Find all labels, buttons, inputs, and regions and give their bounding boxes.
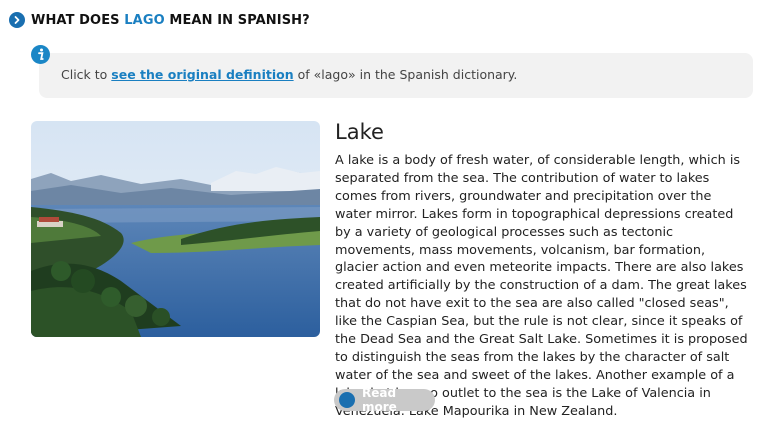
lake-photo xyxy=(31,121,320,337)
read-more-button[interactable]: Read more xyxy=(334,386,435,414)
entry-title: Lake xyxy=(335,120,384,144)
lake-photo-image xyxy=(31,121,320,337)
entry-body: A lake is a body of fresh water, of cons… xyxy=(335,153,748,419)
title-highlight: LAGO xyxy=(124,12,165,28)
read-more-label: Read more xyxy=(361,386,397,414)
original-definition-link[interactable]: see the original definition xyxy=(111,67,293,82)
read-more-icon xyxy=(339,392,355,408)
info-text: Click to see the original definition of … xyxy=(61,67,517,82)
title-prefix: WHAT DOES xyxy=(31,12,120,28)
section-title: WHAT DOES LAGO MEAN IN SPANISH? xyxy=(31,13,310,28)
title-suffix: MEAN IN SPANISH? xyxy=(169,12,310,28)
info-text-after: of «lago» in the Spanish dictionary. xyxy=(297,67,518,82)
section-header: WHAT DOES LAGO MEAN IN SPANISH? xyxy=(9,12,310,28)
chevron-right-icon[interactable] xyxy=(9,12,25,28)
info-text-before: Click to xyxy=(61,67,108,82)
info-box: Click to see the original definition of … xyxy=(39,53,753,98)
info-icon xyxy=(31,45,50,64)
